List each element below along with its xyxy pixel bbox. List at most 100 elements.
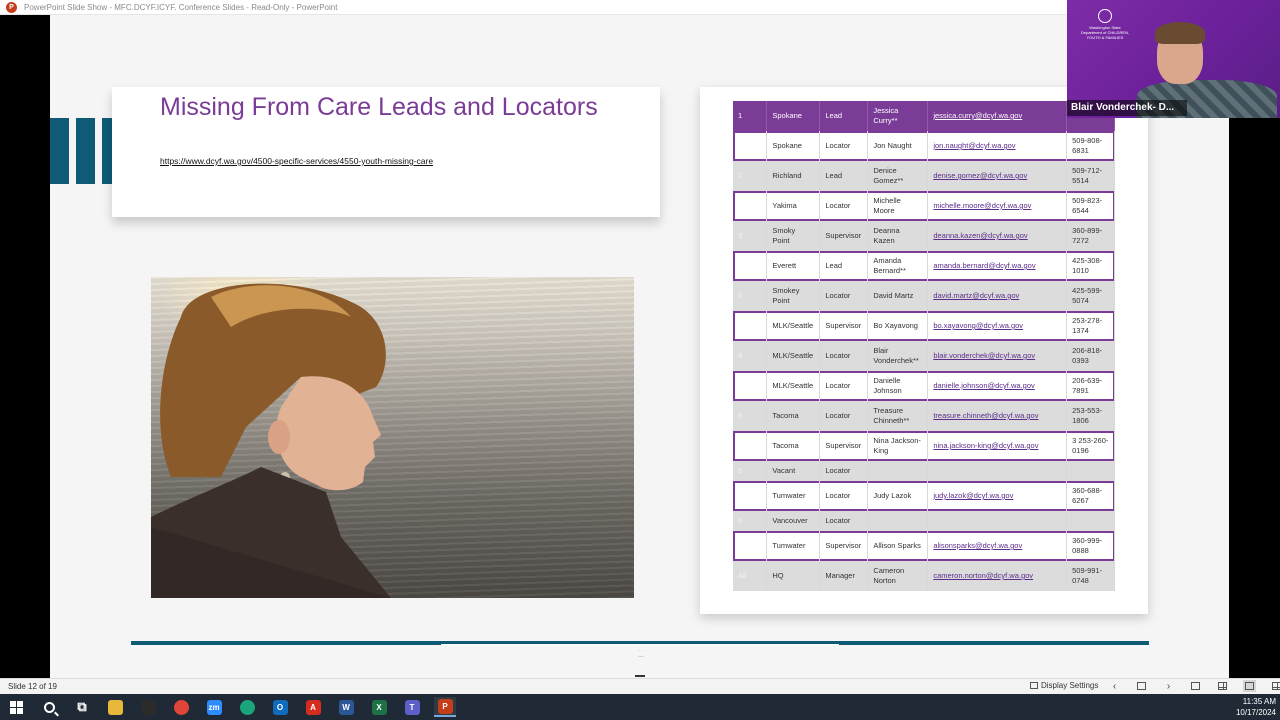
menu-icon[interactable] [1135, 680, 1148, 692]
reading-view-icon[interactable] [1243, 680, 1256, 692]
slideshow-view-icon[interactable] [1270, 680, 1280, 692]
taskbar-powerpoint-button[interactable]: P [434, 697, 456, 717]
city-cell: Tacoma [766, 431, 821, 461]
role-cell: Locator [819, 191, 869, 221]
table-row: 1 Spokane Lead Jessica Curry** jessica.curry… [733, 101, 1115, 131]
table-row: Everett Lead Amanda Bernard** amanda.bernar… [733, 251, 1115, 281]
email-cell[interactable]: bo.xayavong@dcyf.wa.gov [927, 311, 1068, 341]
phone-cell: 253-278-1374 [1066, 311, 1115, 341]
taskbar-search-button[interactable] [38, 697, 60, 717]
region-number-cell: 2 [733, 161, 768, 191]
table-row: 3 Smoky Point Supervisor Deanna Kazen deanna… [733, 221, 1115, 251]
name-cell: David Martz [867, 281, 929, 311]
email-cell[interactable]: michelle.moore@dcyf.wa.gov [927, 191, 1068, 221]
phone-cell: 360-688-6267 [1066, 481, 1115, 511]
email-cell[interactable]: nina.jackson-king@dcyf.wa.gov [927, 431, 1068, 461]
taskbar-zoom-button[interactable]: zm [203, 697, 225, 717]
table-row: MLK/Seattle Supervisor Bo Xayavong bo.xayav… [733, 311, 1115, 341]
name-cell: Denice Gomez** [867, 161, 929, 191]
taskbar-start-button[interactable] [5, 697, 27, 717]
phone-cell: 509-808-6831 [1066, 131, 1115, 161]
region-number-cell [733, 251, 768, 281]
region-number-cell: 3 [733, 221, 768, 251]
email-cell[interactable]: treasure.chinneth@dcyf.wa.gov [927, 401, 1068, 431]
slide-canvas: Missing From Care Leads and Locators htt… [50, 15, 1229, 678]
email-cell[interactable]: cameron.norton@dcyf.wa.gov [927, 561, 1068, 591]
display-settings-label: Display Settings [1041, 681, 1099, 690]
table-row: Tumwater Locator Judy Lazok judy.lazok@dcyf… [733, 481, 1115, 511]
email-cell[interactable]: jon.naught@dcyf.wa.gov [927, 131, 1068, 161]
chrome-icon [173, 699, 189, 715]
slide-counter: Slide 12 of 19 [8, 682, 57, 691]
email-cell[interactable]: jessica.curry@dcyf.wa.gov [927, 101, 1068, 131]
table-row: MLK/Seattle Locator Danielle Johnson daniel… [733, 371, 1115, 401]
youth-photo [151, 277, 634, 598]
region-number-cell [733, 431, 768, 461]
table-row: Spokane Locator Jon Naught jon.naught@dcyf.… [733, 131, 1115, 161]
folder-icon [107, 699, 123, 715]
taskbar-acrobat-button[interactable]: A [302, 697, 324, 717]
resource-link[interactable]: https://www.dcyf.wa.gov/4500-specific-se… [160, 156, 433, 166]
role-cell: Lead [819, 161, 869, 191]
taskbar-task-view-button[interactable]: ⧉ [71, 697, 93, 717]
previous-icon[interactable]: ‹ [1108, 680, 1121, 692]
email-cell[interactable]: judy.lazok@dcyf.wa.gov [927, 481, 1068, 511]
taskbar-chrome-button[interactable] [170, 697, 192, 717]
city-cell: Tumwater [766, 481, 821, 511]
email-cell[interactable]: blair.vonderchek@dcyf.wa.gov [927, 341, 1068, 371]
city-cell: Vacant [766, 461, 821, 481]
email-cell[interactable]: denise.gomez@dcyf.wa.gov [927, 161, 1068, 191]
slide-sorter-icon[interactable] [1216, 680, 1229, 692]
decorative-bars [50, 118, 112, 184]
region-number-cell [733, 311, 768, 341]
taskbar-app-black-button[interactable] [137, 697, 159, 717]
windows-taskbar: 11:35 AM 10/17/2024 ⧉ zm O A W X T P [0, 694, 1280, 720]
city-cell: Yakima [766, 191, 821, 221]
role-cell: Lead [819, 251, 869, 281]
phone-cell [1066, 461, 1115, 481]
left-letterbox [0, 15, 50, 678]
email-cell[interactable]: david.martz@dcyf.wa.gov [927, 281, 1068, 311]
clock-time: 11:35 AM [1242, 697, 1276, 706]
name-cell: Treasure Chinneth** [867, 401, 929, 431]
clock-date: 10/17/2024 [1235, 708, 1276, 717]
name-cell: Danielle Johnson [867, 371, 929, 401]
region-number-cell: 1 [733, 101, 768, 131]
name-cell: Bo Xayavong [867, 311, 929, 341]
app-icon [140, 699, 156, 715]
email-cell[interactable]: danielle.johnson@dcyf.wa.gov [927, 371, 1068, 401]
email-cell[interactable]: amanda.bernard@dcyf.wa.gov [927, 251, 1068, 281]
city-cell: HQ [766, 561, 821, 591]
taskbar-file-explorer-button[interactable] [104, 697, 126, 717]
region-number-cell: 5 [733, 401, 768, 431]
slideshow-controls: ‹ › [1108, 680, 1280, 692]
name-cell [867, 511, 929, 531]
taskbar-teams-button[interactable]: T [401, 697, 423, 717]
table-row: Tumwater Supervisor Allison Sparks alisonsp… [733, 531, 1115, 561]
status-bar: Slide 12 of 19 Display Settings ‹ › [0, 678, 1280, 694]
system-clock[interactable]: 11:35 AM 10/17/2024 [1232, 696, 1276, 718]
taskbar-word-button[interactable]: W [335, 697, 357, 717]
email-cell[interactable]: deanna.kazen@dcyf.wa.gov [927, 221, 1068, 251]
name-cell: Amanda Bernard** [867, 251, 929, 281]
next-icon[interactable]: › [1162, 680, 1175, 692]
phone-cell: 253-553-1806 [1066, 401, 1115, 431]
email-cell[interactable] [927, 511, 1068, 531]
acrobat-icon: A [305, 699, 321, 715]
city-cell: MLK/Seattle [766, 311, 821, 341]
email-cell[interactable] [927, 461, 1068, 481]
taskbar-outlook-button[interactable]: O [269, 697, 291, 717]
taskbar-edge-button[interactable] [236, 697, 258, 717]
city-cell: Tumwater [766, 531, 821, 561]
role-cell: Locator [819, 461, 869, 481]
region-number-cell [733, 371, 768, 401]
name-cell: Cameron Norton [867, 561, 929, 591]
region-number-cell: 5 [733, 461, 768, 481]
region-number-cell [733, 531, 768, 561]
normal-view-icon[interactable] [1189, 680, 1202, 692]
name-cell: Allison Sparks [867, 531, 929, 561]
taskbar-excel-button[interactable]: X [368, 697, 390, 717]
role-cell: Supervisor [819, 221, 869, 251]
display-settings-button[interactable]: Display Settings [1030, 681, 1098, 690]
email-cell[interactable]: alisonsparks@dcyf.wa.gov [927, 531, 1068, 561]
